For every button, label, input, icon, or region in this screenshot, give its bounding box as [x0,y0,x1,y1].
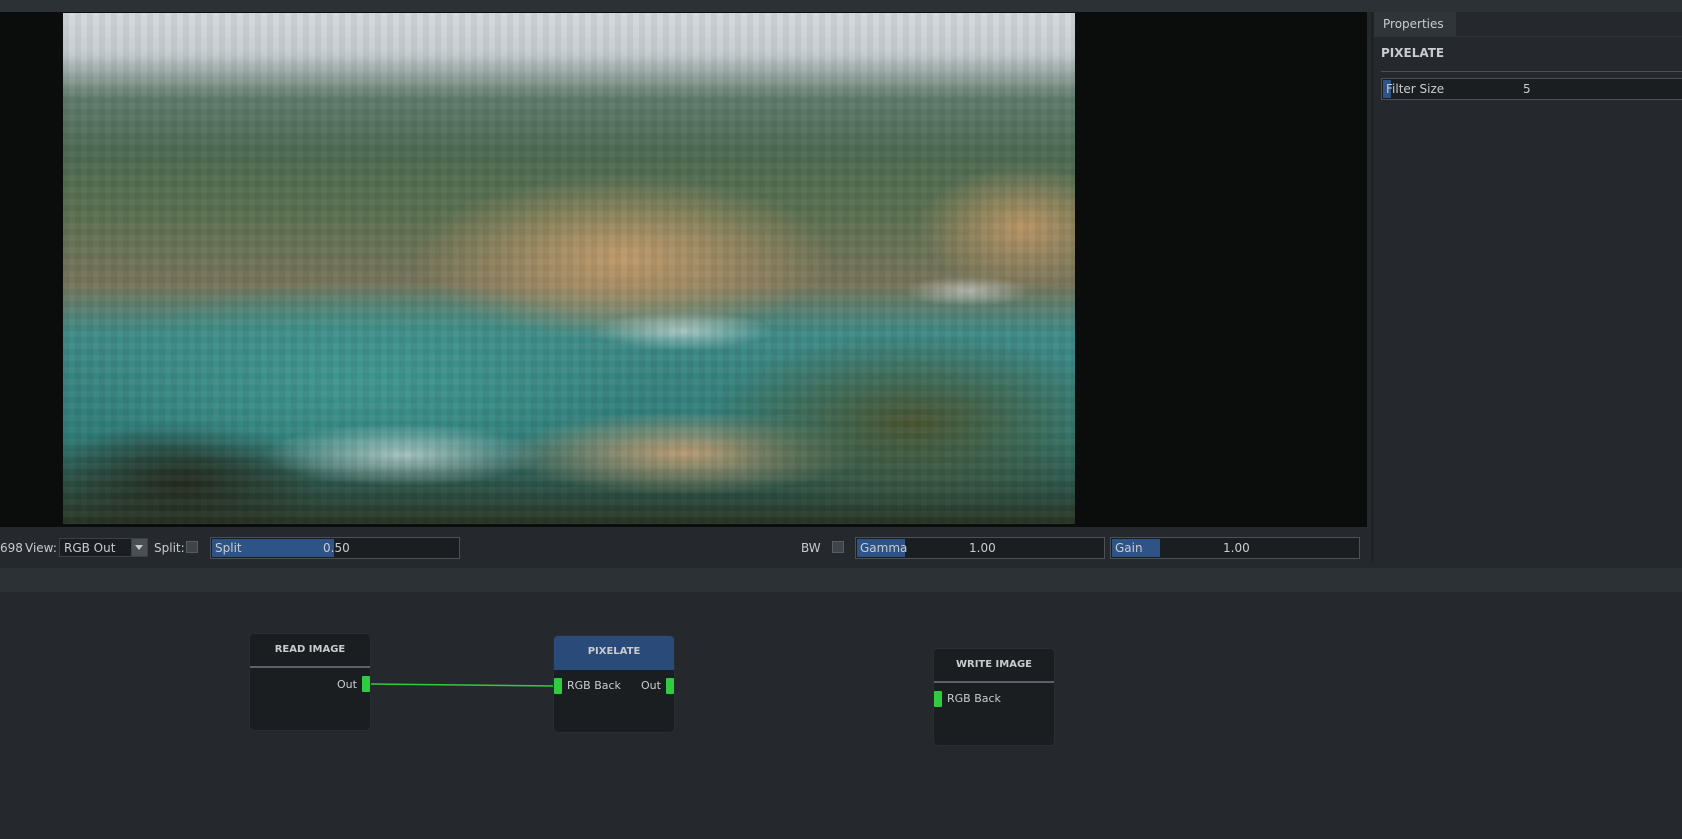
node-pixelate-title: PIXELATE [554,636,674,670]
node-read-image-out-label: Out [337,678,357,691]
node-pixelate-in-port[interactable] [554,678,562,694]
node-pixelate-out-label: Out [641,679,661,692]
wire-read-to-pixelate[interactable] [369,683,555,687]
node-read-image-title: READ IMAGE [250,634,370,668]
node-write-image-in-port[interactable] [934,691,942,707]
node-write-image-in-label: RGB Back [947,692,1001,705]
node-pixelate-out-port[interactable] [666,678,674,694]
node-read-image-out-port[interactable] [362,676,370,692]
node-pixelate-in-label: RGB Back [567,679,621,692]
node-write-image-title: WRITE IMAGE [934,649,1054,683]
